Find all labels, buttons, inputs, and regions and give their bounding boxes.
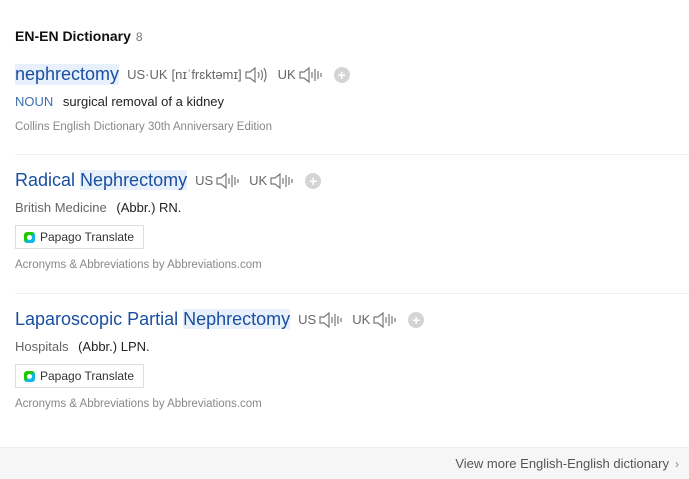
plus-icon[interactable]: +	[333, 66, 350, 83]
papago-label: Papago Translate	[40, 369, 135, 383]
category-label: Hospitals	[15, 339, 69, 354]
view-more-link[interactable]: View more English-English dictionary ›	[455, 456, 679, 471]
uk-label: UK	[352, 312, 371, 327]
chevron-right-icon: ›	[675, 456, 679, 471]
papago-icon	[24, 231, 35, 243]
translate-row: Papago Translate	[15, 225, 689, 249]
plus-icon[interactable]: +	[408, 311, 425, 328]
uk-label: UK	[277, 67, 296, 82]
entry-word-link[interactable]: nephrectomy	[15, 64, 120, 85]
word-prefix: Radical	[15, 170, 81, 190]
speaker-icon[interactable]	[298, 65, 324, 85]
title-row: EN-EN Dictionary 8	[15, 28, 143, 44]
definition-text: (Abbr.) LPN.	[78, 339, 150, 354]
category-label: British Medicine	[15, 200, 107, 215]
definition-text: surgical removal of a kidney	[62, 94, 225, 109]
entry-headline: Laparoscopic Partial Nephrectomy US UK +	[15, 309, 689, 330]
entry-word-link[interactable]: Radical Nephrectomy	[15, 170, 188, 191]
plus-icon[interactable]: +	[305, 172, 322, 189]
divider	[15, 154, 689, 155]
entry-headline: Radical Nephrectomy US UK +	[15, 170, 689, 191]
divider	[15, 293, 689, 294]
translate-row: Papago Translate	[15, 364, 689, 388]
word-prefix: Laparoscopic Partial	[15, 309, 184, 329]
papago-label: Papago Translate	[40, 230, 135, 244]
result-count: 8	[135, 30, 143, 44]
source-text: Acronyms & Abbreviations by Abbreviation…	[15, 398, 262, 410]
us-label: US	[298, 312, 317, 327]
us-label: US	[195, 173, 214, 188]
speaker-icon[interactable]	[244, 65, 270, 85]
definition-text: (Abbr.) RN.	[116, 200, 182, 215]
footer-bar: View more English-English dictionary ›	[0, 447, 689, 479]
entry-laparoscopic-partial-nephrectomy: Laparoscopic Partial Nephrectomy US UK +…	[15, 309, 689, 410]
word-highlight: Nephrectomy	[183, 309, 291, 329]
definition-row: NOUN surgical removal of a kidney	[15, 94, 689, 109]
section-title: EN-EN Dictionary	[15, 28, 131, 44]
speaker-icon[interactable]	[215, 171, 241, 191]
source-text: Collins English Dictionary 30th Annivers…	[15, 121, 272, 133]
pronunciation-label: US·UK	[127, 67, 168, 82]
papago-translate-button[interactable]: Papago Translate	[15, 364, 145, 388]
ipa-text: [nɪˈfrɛktəmɪ]	[171, 67, 242, 82]
speaker-icon[interactable]	[318, 310, 344, 330]
papago-translate-button[interactable]: Papago Translate	[15, 225, 145, 249]
part-of-speech: NOUN	[15, 94, 54, 109]
entry-radical-nephrectomy: Radical Nephrectomy US UK + British Medi…	[15, 170, 689, 271]
entry-headline: nephrectomy US·UK [nɪˈfrɛktəmɪ] UK +	[15, 64, 689, 85]
speaker-icon[interactable]	[269, 171, 295, 191]
papago-icon	[24, 370, 35, 382]
word-highlight: Nephrectomy	[80, 170, 188, 190]
view-more-label: View more English-English dictionary	[455, 456, 669, 471]
entry-word-link[interactable]: Laparoscopic Partial Nephrectomy	[15, 309, 291, 330]
definition-row: British Medicine (Abbr.) RN.	[15, 200, 689, 215]
speaker-icon[interactable]	[372, 310, 398, 330]
entry-nephrectomy: nephrectomy US·UK [nɪˈfrɛktəmɪ] UK + NOU…	[15, 64, 689, 133]
source-text: Acronyms & Abbreviations by Abbreviation…	[15, 259, 262, 271]
definition-row: Hospitals (Abbr.) LPN.	[15, 339, 689, 354]
uk-label: UK	[249, 173, 268, 188]
